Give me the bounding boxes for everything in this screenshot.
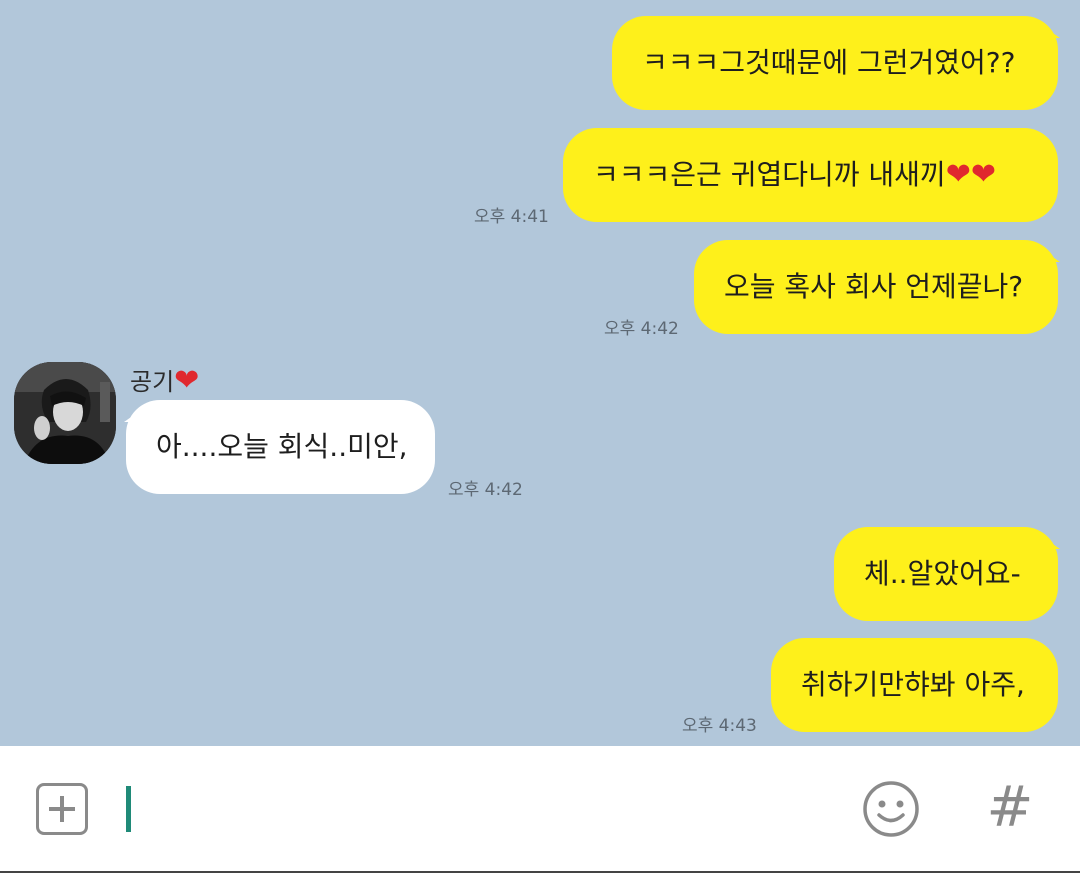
- message-bubble[interactable]: ㅋㅋㅋ은근 귀엽다니까 내새끼❤❤: [563, 128, 1058, 222]
- message-bubble[interactable]: 체..알았어요-: [834, 527, 1060, 621]
- message-bubble[interactable]: 아....오늘 회식..미안,: [124, 400, 435, 494]
- message-bubble[interactable]: ㅋㅋㅋ그것때문에 그런거였어??: [612, 16, 1060, 110]
- plus-icon[interactable]: [36, 783, 88, 835]
- message-text: 취하기만햐봐 아주,: [801, 668, 1025, 701]
- message-input-bar: #: [0, 746, 1080, 873]
- message-text: ㅋㅋㅋ그것때문에 그런거였어??: [642, 46, 1016, 79]
- hashtag-button[interactable]: #: [986, 772, 1034, 844]
- message-text: 아....오늘 회식..미안,: [156, 430, 408, 463]
- message-timestamp: 오후 4:43: [682, 716, 757, 736]
- avatar-photo: [14, 362, 116, 464]
- smiley-icon[interactable]: [862, 780, 920, 838]
- sender-name: 공기❤: [130, 362, 199, 398]
- avatar[interactable]: [14, 362, 116, 464]
- message-text: 체..알았어요-: [864, 557, 1021, 590]
- message-bubble[interactable]: 오늘 혹사 회사 언제끝나?: [694, 240, 1060, 334]
- text-cursor: [126, 786, 131, 832]
- message-text: ㅋㅋㅋ은근 귀엽다니까 내새끼: [593, 158, 946, 191]
- message-bubble[interactable]: 취하기만햐봐 아주,: [771, 638, 1058, 732]
- message-timestamp: 오후 4:42: [604, 319, 679, 339]
- sender-name-text: 공기: [130, 368, 175, 396]
- message-input[interactable]: [140, 780, 840, 838]
- message-timestamp: 오후 4:42: [448, 480, 523, 500]
- chat-area: ㅋㅋㅋ그것때문에 그런거였어?? ㅋㅋㅋ은근 귀엽다니까 내새끼❤❤ 오후 4:…: [0, 0, 1080, 746]
- message-text: 오늘 혹사 회사 언제끝나?: [724, 270, 1024, 303]
- heart-emoji: ❤❤: [945, 157, 996, 192]
- message-timestamp: 오후 4:41: [474, 207, 549, 227]
- heart-emoji: ❤: [174, 363, 200, 398]
